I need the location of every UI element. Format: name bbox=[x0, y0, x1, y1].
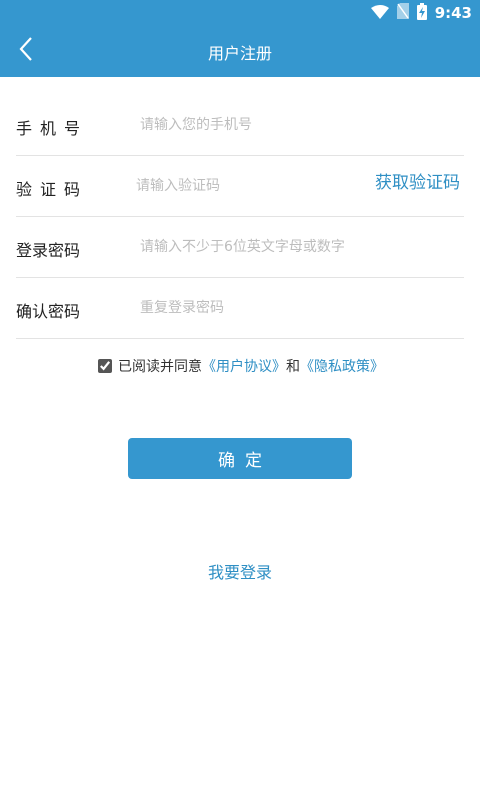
confirm-password-input[interactable] bbox=[140, 294, 360, 322]
agreement-checkbox[interactable] bbox=[98, 359, 112, 373]
status-icons: 9:43 bbox=[370, 2, 472, 24]
password-label: 登录密码 bbox=[16, 241, 81, 260]
user-agreement-link[interactable]: 《用户协议》 bbox=[202, 356, 286, 376]
title-bar: 用户注册 bbox=[0, 25, 480, 77]
app-header: 9:43 用户注册 bbox=[0, 0, 480, 77]
phone-label: 手机号 bbox=[16, 119, 89, 138]
login-link[interactable]: 我要登录 bbox=[0, 559, 480, 583]
password-input[interactable] bbox=[140, 233, 360, 261]
battery-charging-icon bbox=[416, 2, 427, 24]
agreement-prefix: 已阅读并同意 bbox=[118, 359, 202, 375]
no-sim-icon bbox=[396, 3, 409, 23]
status-time: 9:43 bbox=[434, 4, 472, 22]
confirm-password-label: 确认密码 bbox=[16, 302, 81, 321]
code-input[interactable] bbox=[136, 172, 356, 200]
agreement-conjunction: 和 bbox=[286, 359, 300, 375]
status-bar: 9:43 bbox=[0, 0, 480, 25]
code-row: 验证码 获取验证码 bbox=[16, 156, 464, 217]
confirm-password-row: 确认密码 bbox=[16, 278, 464, 339]
phone-input[interactable] bbox=[140, 111, 360, 139]
code-label: 验证码 bbox=[16, 180, 89, 199]
privacy-policy-link[interactable]: 《隐私政策》 bbox=[300, 356, 384, 376]
phone-row: 手机号 bbox=[16, 95, 464, 156]
page-title: 用户注册 bbox=[207, 44, 272, 63]
wifi-icon bbox=[370, 4, 389, 23]
agreement-row: 已阅读并同意 《用户协议》 和 《隐私政策》 bbox=[98, 356, 384, 376]
password-row: 登录密码 bbox=[16, 217, 464, 278]
confirm-button[interactable]: 确定 bbox=[128, 438, 352, 479]
register-form: 手机号 验证码 获取验证码 登录密码 确认密码 bbox=[16, 95, 464, 339]
get-code-button[interactable]: 获取验证码 bbox=[375, 168, 460, 193]
